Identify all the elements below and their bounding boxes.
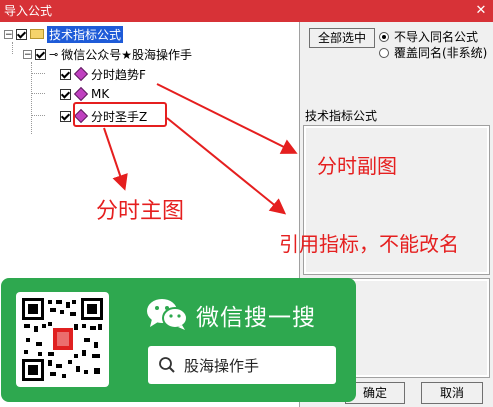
search-icon — [159, 357, 175, 373]
qr-code — [16, 292, 109, 387]
annotation-main-chart: 分时主图 — [96, 199, 185, 224]
wechat-search-box: 股海操作手 — [148, 346, 336, 384]
wechat-search-text: 股海操作手 — [184, 356, 260, 375]
annotation-ref-indicator: 引用指标，不能改名 — [279, 232, 459, 256]
wechat-logo-icon — [147, 299, 188, 330]
wechat-banner: 微信搜一搜 股海操作手 — [1, 278, 356, 402]
annotation-sub-chart: 分时副图 — [317, 154, 397, 178]
wechat-search-title: 微信搜一搜 — [196, 305, 316, 331]
